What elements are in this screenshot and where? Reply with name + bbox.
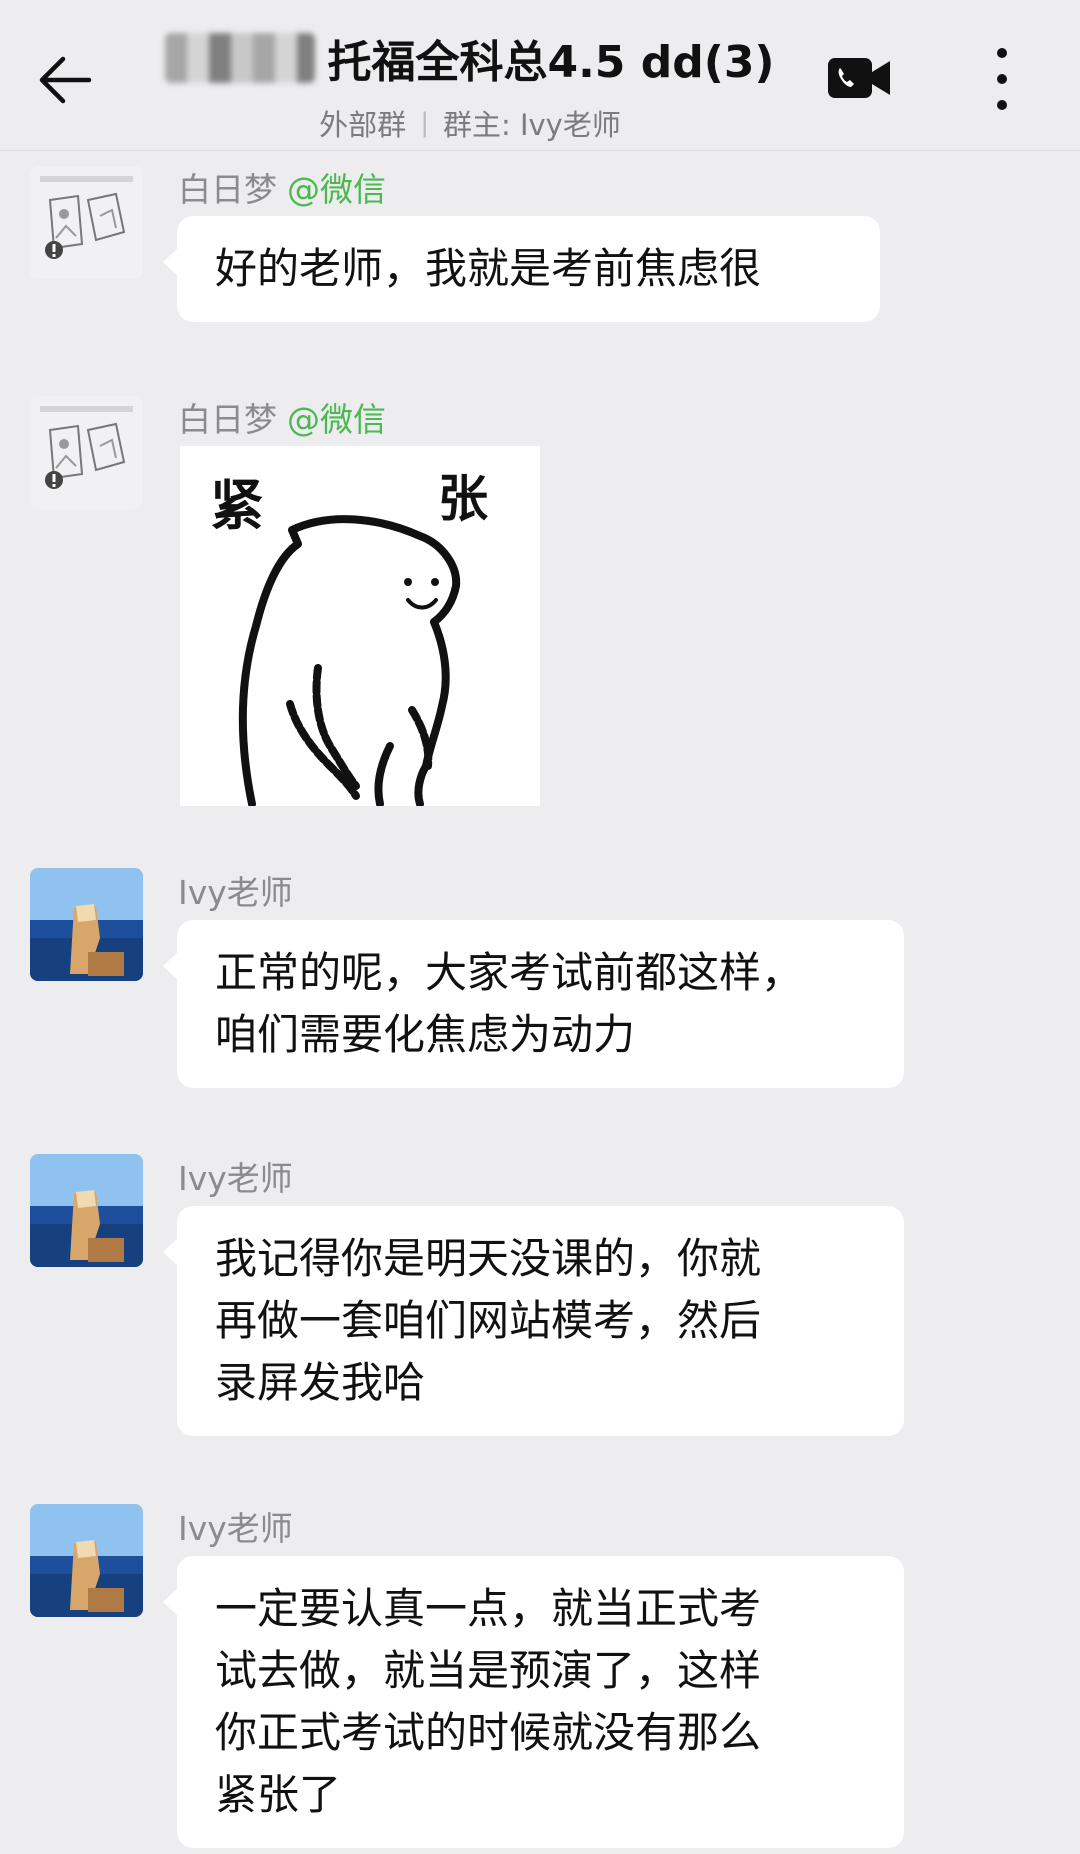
avatar-ocean-icon <box>30 1154 143 1267</box>
more-dot <box>997 100 1007 110</box>
message-bubble[interactable]: 一定要认真一点，就当正式考 试去做，就当是预演了，这样 你正式考试的时候就没有那… <box>163 1556 904 1848</box>
avatar-ocean-icon <box>30 868 143 981</box>
redacted-name <box>165 33 316 83</box>
more-vertical-icon <box>997 48 1007 58</box>
chat-subtitle: 外部群 | 群主: Ivy老师 <box>140 102 800 144</box>
sticker-image[interactable]: 紧 张 <box>180 446 540 808</box>
blob-character <box>238 515 461 808</box>
message-text-line: 一定要认真一点，就当正式考 <box>215 1584 762 1633</box>
more-options-button[interactable] <box>980 44 1024 114</box>
avatar[interactable] <box>30 868 143 981</box>
broken-image-icon <box>40 176 133 259</box>
chat-title-area[interactable]: 托福全科总4.5 dd(3) 外部群 | 群主: Ivy老师 <box>140 26 800 144</box>
back-button[interactable] <box>30 40 100 120</box>
wechat-tag: @微信 <box>287 400 386 439</box>
sender-label: 白日梦 <box>178 400 277 439</box>
chat-title: 托福全科总4.5 dd(3) <box>327 37 775 88</box>
group-owner-label: 群主: Ivy老师 <box>442 108 621 142</box>
sender-name: 白日梦 @微信 <box>178 163 386 211</box>
message-bubble[interactable]: 我记得你是明天没课的，你就 再做一套咱们网站模考，然后 录屏发我哈 <box>163 1206 904 1436</box>
sender-name: 白日梦 @微信 <box>178 393 386 441</box>
message-bubble[interactable]: 好的老师，我就是考前焦虑很 <box>163 216 880 322</box>
message-text-line: 试去做，就当是预演了，这样 <box>215 1646 762 1695</box>
external-group-label: 外部群 <box>319 108 407 142</box>
message-text-line: 录屏发我哈 <box>215 1358 426 1407</box>
subtitle-separator: | <box>420 108 429 138</box>
avatar-ocean-icon <box>30 1504 143 1617</box>
broken-image-icon <box>40 406 133 489</box>
avatar[interactable] <box>30 1504 143 1617</box>
avatar[interactable] <box>30 396 143 509</box>
chat-header: 托福全科总4.5 dd(3) 外部群 | 群主: Ivy老师 <box>0 0 1080 151</box>
message-text-line: 正常的呢，大家考试前都这样， <box>215 948 804 997</box>
message-text-line: 你正式考试的时候就没有那么 <box>215 1708 762 1757</box>
sender-name: Ivy老师 <box>178 873 293 912</box>
avatar[interactable] <box>30 1154 143 1267</box>
message-bubble[interactable]: 正常的呢，大家考试前都这样， 咱们需要化焦虑为动力 <box>163 920 904 1088</box>
sticker-text-1: 紧 <box>210 474 264 537</box>
message-text: 好的老师，我就是考前焦虑很 <box>215 244 762 293</box>
avatar[interactable] <box>30 166 143 279</box>
video-call-icon <box>828 58 890 98</box>
arrow-left-icon <box>39 56 92 104</box>
message-text-line: 紧张了 <box>215 1770 342 1819</box>
message-text-line: 咱们需要化焦虑为动力 <box>215 1010 636 1059</box>
message-text-line: 再做一套咱们网站模考，然后 <box>215 1296 762 1345</box>
message-text-line: 我记得你是明天没课的，你就 <box>215 1234 762 1283</box>
wechat-tag: @微信 <box>287 170 386 209</box>
sticker-text-2: 张 <box>438 470 488 528</box>
sender-label: 白日梦 <box>178 170 277 209</box>
sender-name: Ivy老师 <box>178 1509 293 1548</box>
more-dot <box>997 74 1007 84</box>
video-call-button[interactable] <box>826 52 892 104</box>
sender-name: Ivy老师 <box>178 1159 293 1198</box>
